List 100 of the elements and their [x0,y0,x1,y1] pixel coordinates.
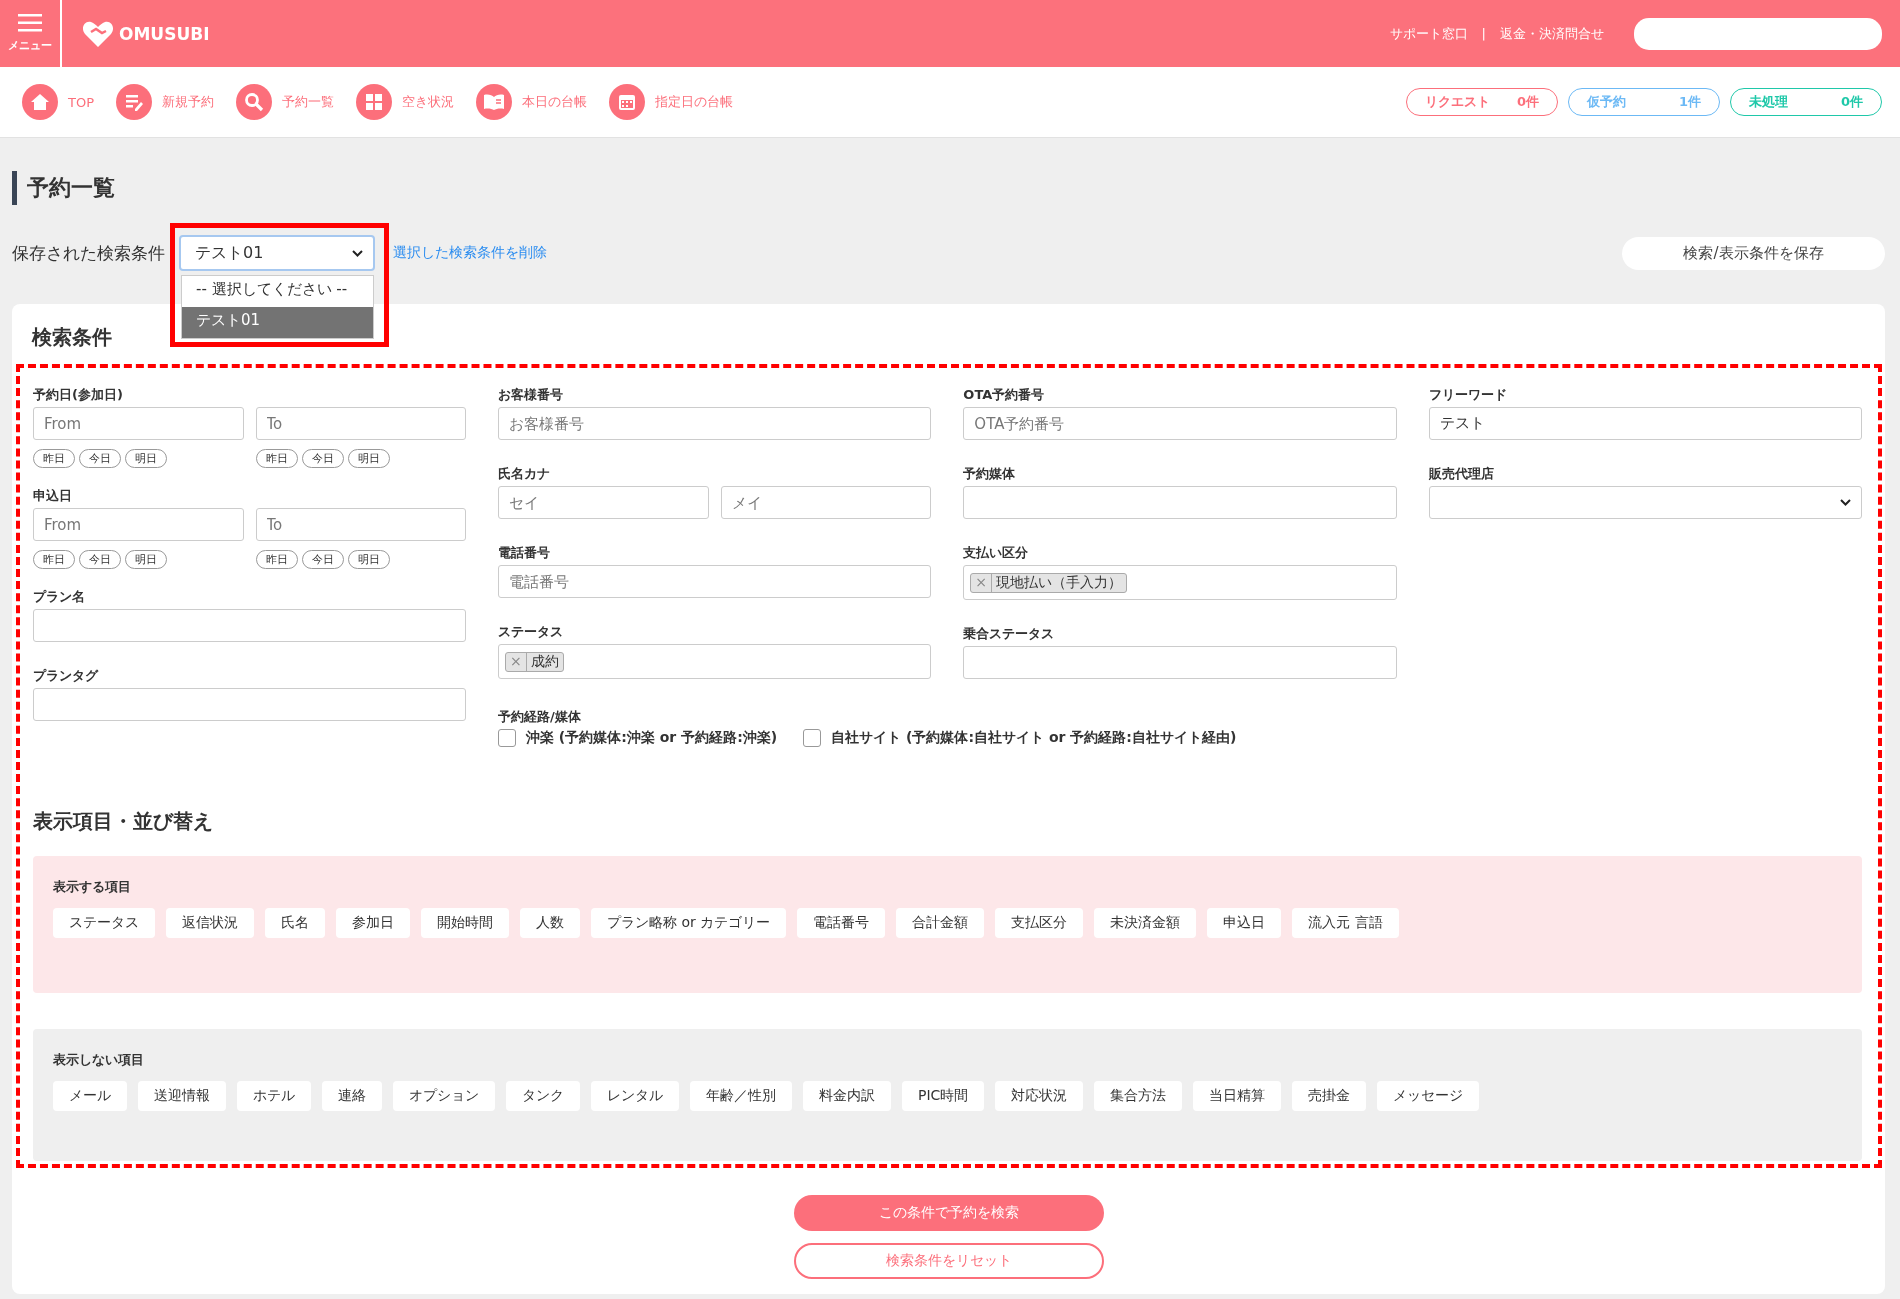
text-field[interactable]: OTA予約番号 [963,407,1397,440]
grid-icon [356,84,392,120]
field-label: プランタグ [33,667,100,685]
book-icon [476,84,512,120]
column-chip[interactable]: PIC時間 [902,1081,985,1111]
quick-date-button[interactable]: 昨日 [33,550,75,569]
column-chip[interactable]: 送迎情報 [138,1081,226,1111]
text-field[interactable]: お客様番号 [498,407,932,440]
home-icon [22,84,58,120]
save-button[interactable]: 検索/表示条件を保存 [1622,236,1885,270]
field-label: 販売代理店 [1428,465,1495,483]
column-chip[interactable]: 料金内訳 [803,1081,891,1111]
column-chip[interactable]: 返信状況 [166,908,254,938]
section-heading: 表示項目・並び替え [33,808,213,835]
column-chip[interactable]: 対応状況 [995,1081,1084,1111]
chevron-down-icon [352,249,363,257]
quick-date-button[interactable]: 今日 [301,550,344,569]
text-field[interactable]: セイ [498,486,709,519]
field-label: 予約媒体 [963,465,1017,483]
column-chip[interactable]: 集合方法 [1094,1081,1183,1111]
panel-label: 表示する項目 [53,878,132,896]
field-label: OTA予約番号 [963,386,1046,404]
checkbox[interactable] [498,729,516,747]
text-field[interactable]: テスト [1428,407,1862,440]
checkbox-option[interactable]: 自社サイト (予約媒体:自社サイト or 予約経路:自社サイト経由) [803,729,1237,747]
quick-date-button[interactable]: 明日 [125,550,167,569]
field-label: プラン名 [33,588,86,606]
field-label: 予約経路/媒体 [498,708,582,726]
chevron-down-icon [1840,499,1851,506]
date-field[interactable]: To [255,407,466,440]
column-chip[interactable]: 売掛金 [1292,1081,1367,1111]
column-chip[interactable]: メッセージ [1377,1081,1480,1111]
field-label: 申込日 [33,487,73,505]
quick-date-button[interactable]: 今日 [79,550,121,569]
field-label: 電話番号 [498,544,551,562]
column-chip[interactable]: 氏名 [265,908,325,938]
page-title: 予約一覧 [12,171,1885,205]
column-chip[interactable]: 未決済金額 [1094,908,1197,938]
search-icon [236,84,272,120]
column-chip[interactable]: 申込日 [1207,908,1282,938]
tag: × 成約 [505,651,564,672]
panel-label: 表示しない項目 [53,1051,145,1069]
field-label: 乗合ステータス [963,625,1056,643]
quick-date-button[interactable]: 今日 [301,449,344,468]
field-label: 氏名カナ [498,465,551,483]
date-field[interactable]: From [33,508,244,541]
quick-date-button[interactable]: 明日 [347,449,390,468]
tag-field[interactable]: × 成約 [498,644,932,679]
checkbox[interactable] [803,729,822,747]
note-icon [116,84,152,120]
column-chip[interactable]: タンク [506,1081,580,1111]
column-chip[interactable]: ステータス [53,908,155,938]
text-field[interactable]: 電話番号 [498,565,932,598]
select-field[interactable] [1428,486,1862,519]
date-field[interactable]: From [33,407,244,440]
column-chip[interactable]: 連絡 [322,1081,382,1111]
column-chip[interactable]: ホテル [237,1081,311,1111]
field-label: 支払い区分 [963,544,1030,562]
field-label: 予約日(参加日) [33,386,124,404]
section-heading: 検索条件 [32,324,112,351]
saved-search-select[interactable]: テスト01 [179,235,375,271]
column-chip[interactable]: メール [53,1081,127,1111]
text-field[interactable] [963,646,1397,679]
logo-icon [82,19,114,48]
quick-date-button[interactable]: 昨日 [255,550,298,569]
quick-date-button[interactable]: 明日 [125,449,167,468]
text-field[interactable] [33,688,466,721]
menu-icon [18,14,42,32]
checkbox-option[interactable]: 沖楽 (予約媒体:沖楽 or 予約経路:沖楽) [498,729,778,747]
link-separator: | [1481,26,1486,41]
column-chip[interactable]: 電話番号 [797,908,886,938]
search-field[interactable] [1634,17,1882,50]
quick-date-button[interactable]: 昨日 [33,449,75,468]
column-chip[interactable]: レンタル [591,1081,679,1111]
quick-date-button[interactable]: 昨日 [255,449,298,468]
quick-date-button[interactable]: 今日 [79,449,121,468]
saved-search-label: 保存された検索条件 [12,241,165,265]
column-chip[interactable]: オプション [393,1081,495,1111]
tag: × 現地払い（手入力） [970,572,1128,593]
column-chip[interactable]: 人数 [520,908,580,938]
column-chip[interactable]: プラン略称 or カテゴリー [591,908,787,938]
text-field[interactable] [33,609,466,642]
date-field[interactable]: To [255,508,466,541]
column-chip[interactable]: 合計金額 [896,908,985,938]
field-label: ステータス [498,623,564,641]
column-chip[interactable]: 開始時間 [421,908,509,938]
text-field[interactable]: メイ [720,486,932,519]
tag-field[interactable]: × 現地払い（手入力） [963,565,1397,600]
column-chip[interactable]: 流入元 言語 [1292,908,1399,938]
column-chip[interactable]: 参加日 [336,908,410,938]
column-chip[interactable]: 年齢／性別 [690,1081,792,1111]
logo-text: OMUSUBI [119,23,210,44]
field-label: お客様番号 [498,386,564,404]
dropdown-option[interactable]: テスト01 [182,307,373,338]
column-chip[interactable]: 当日精算 [1193,1081,1282,1111]
quick-date-button[interactable]: 明日 [347,550,390,569]
calendar-icon [609,84,645,120]
column-chip[interactable]: 支払区分 [995,908,1084,938]
text-field[interactable] [963,486,1397,519]
field-label: フリーワード [1428,386,1508,404]
